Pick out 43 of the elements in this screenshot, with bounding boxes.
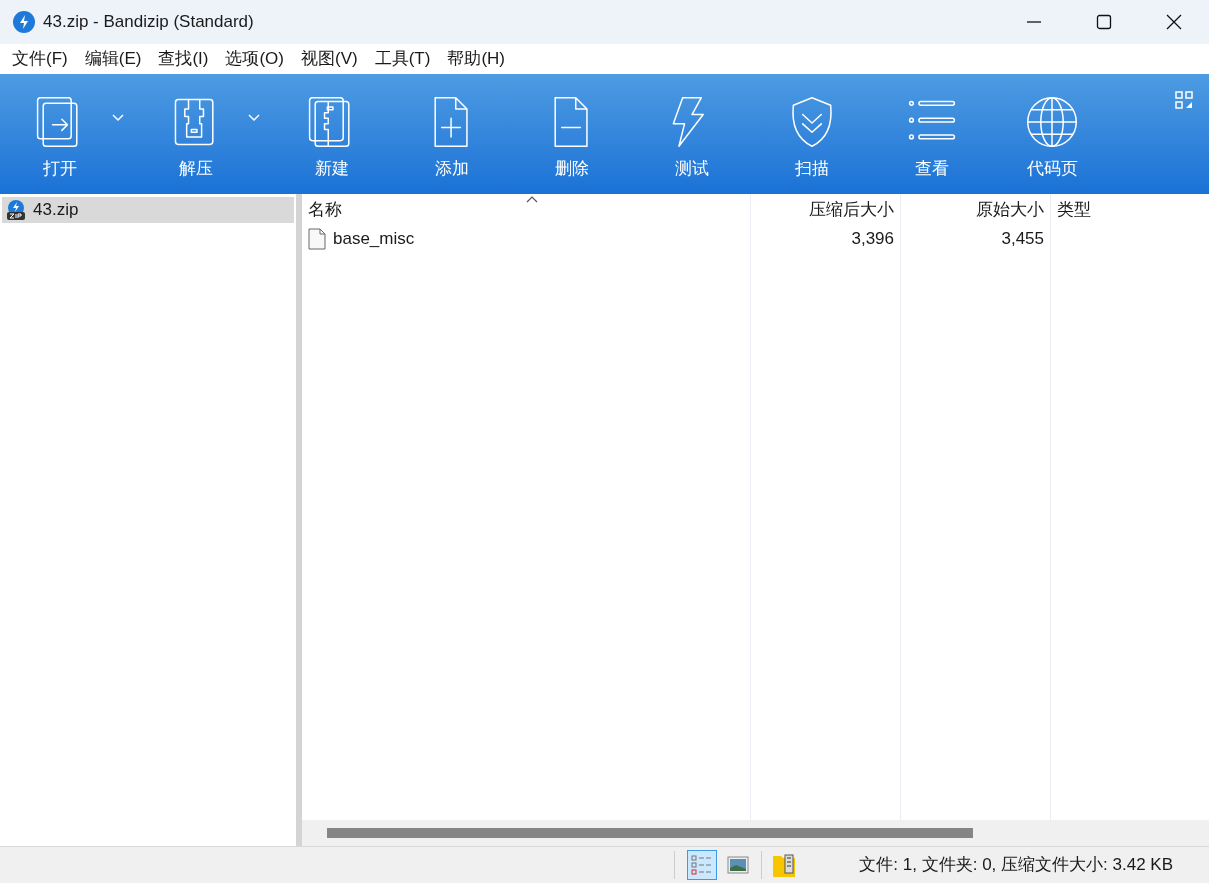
menu-item[interactable]: 工具(T) (366, 46, 439, 72)
caret-icon (248, 114, 260, 122)
column-header[interactable]: 名称 (302, 194, 750, 226)
table-cell-text: 3,455 (1001, 228, 1044, 251)
toolbar-button[interactable]: 扫描 (774, 74, 850, 194)
maximize-icon (1096, 14, 1112, 30)
horizontal-scrollbar[interactable] (302, 820, 1209, 846)
toolbar-button[interactable]: 删除 (534, 74, 610, 194)
close-icon (1166, 14, 1182, 30)
column-header[interactable]: 原始大小 (901, 194, 1050, 226)
menu-item[interactable]: 选项(O) (217, 46, 292, 72)
details-view-button[interactable] (687, 850, 717, 880)
toolbar-button[interactable]: 打开 (22, 74, 98, 194)
column-header[interactable]: 类型 (1051, 194, 1209, 226)
menu-item[interactable]: 查找(I) (150, 46, 217, 72)
details-list-icon (691, 854, 713, 876)
toolbar-button[interactable]: 新建 (294, 74, 370, 194)
app-logo-icon (13, 11, 35, 33)
menu-item[interactable]: 视图(V) (293, 46, 366, 72)
zip-archive-icon (5, 199, 27, 221)
tree-item[interactable]: 43.zip (2, 197, 294, 223)
caret-icon (112, 114, 124, 122)
menu-item[interactable]: 文件(F) (4, 46, 76, 72)
window-title: 43.zip - Bandizip (Standard) (43, 11, 254, 34)
layout-grid-icon[interactable] (1175, 91, 1193, 109)
globe-icon (1024, 94, 1080, 150)
menu-item[interactable]: 帮助(H) (439, 46, 513, 72)
toolbar-button[interactable]: 测试 (654, 74, 730, 194)
column-header[interactable]: 压缩后大小 (751, 194, 900, 226)
table-cell-text: 3,396 (851, 228, 894, 251)
status-text: 文件: 1, 文件夹: 0, 压缩文件大小: 3.42 KB (859, 854, 1173, 877)
zip-folder-icon[interactable] (772, 852, 796, 878)
toolbar-button[interactable]: 代码页 (1014, 74, 1090, 194)
sort-up-icon (526, 196, 538, 203)
file-icon (308, 228, 326, 250)
scrollbar-thumb[interactable] (327, 828, 973, 838)
toolbar-button[interactable]: 解压 (158, 74, 234, 194)
minimize-icon (1026, 21, 1042, 23)
toolbar-button[interactable]: 查看 (894, 74, 970, 194)
image-icon (727, 856, 749, 874)
toolbar-button[interactable]: 添加 (414, 74, 490, 194)
menu-item[interactable]: 编辑(E) (76, 46, 150, 72)
file-name[interactable]: base_misc (333, 226, 415, 252)
